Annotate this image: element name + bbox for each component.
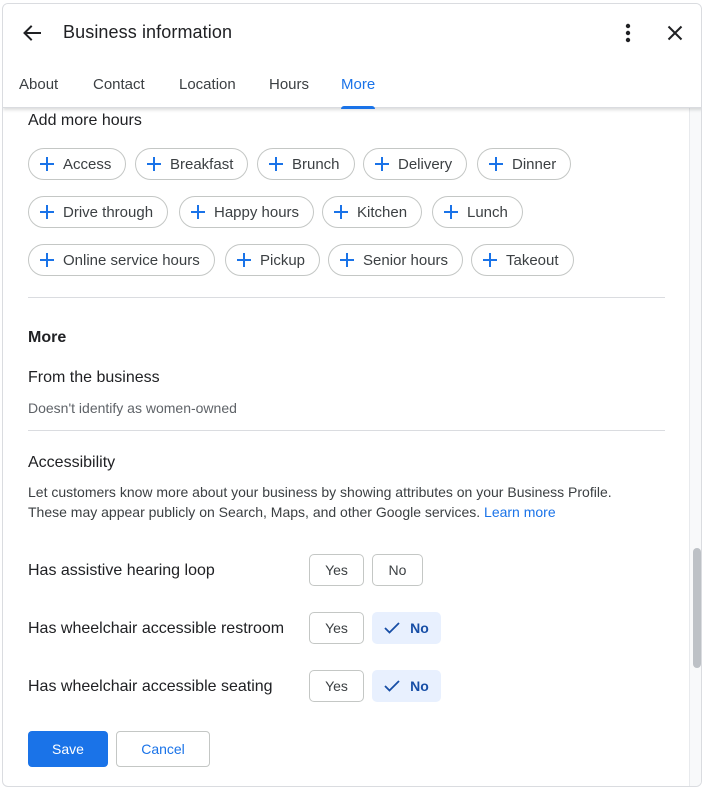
tab-about[interactable]: About [19,76,58,93]
scrollbar-thumb[interactable] [693,548,701,668]
plus-icon [333,204,349,220]
attr-restroom-label: Has wheelchair accessible restroom [28,620,285,637]
chip-takeout[interactable]: Takeout [471,244,574,276]
check-icon [384,680,400,692]
plus-icon [374,156,390,172]
chip-lunch[interactable]: Lunch [432,196,523,228]
business-information-dialog: Business information About Contact Locat… [2,3,702,787]
option-label: No [410,678,429,694]
plus-icon [268,156,284,172]
option-label: No [410,620,429,636]
save-button[interactable]: Save [28,731,108,767]
attr-seating-label: Has wheelchair accessible seating [28,678,273,695]
active-tab-indicator [341,106,375,109]
chip-delivery[interactable]: Delivery [363,148,468,180]
tab-location[interactable]: Location [179,76,236,93]
chip-access[interactable]: Access [28,148,127,180]
close-button[interactable] [660,18,690,48]
add-more-hours-label: Add more hours [28,112,142,129]
arrow-left-icon [23,25,41,41]
plus-icon [39,156,55,172]
plus-icon [339,252,355,268]
from-business-value: Doesn't identify as women-owned [28,400,237,416]
chip-label: Happy hours [214,203,300,221]
chip-kitchen[interactable]: Kitchen [322,196,423,228]
chip-label: Pickup [260,251,306,269]
close-icon [667,25,683,41]
tab-hours[interactable]: Hours [269,76,309,93]
chip-label: Delivery [398,155,453,173]
chip-label: Senior hours [363,251,449,269]
check-icon [384,622,400,634]
learn-more-link[interactable]: Learn more [484,504,556,520]
tab-contact[interactable]: Contact [93,76,145,93]
seating-no-button[interactable]: No [372,670,441,702]
chip-label: Drive through [63,203,154,221]
attr-hearing-loop-label: Has assistive hearing loop [28,562,215,579]
plus-icon [443,204,459,220]
plus-icon [190,204,206,220]
section-divider [28,430,665,431]
plus-icon [39,252,55,268]
chip-label: Dinner [512,155,557,173]
chip-happy-hours[interactable]: Happy hours [179,196,315,228]
seating-yes-button[interactable]: Yes [309,670,364,702]
plus-icon [39,204,55,220]
chip-pickup[interactable]: Pickup [225,244,321,276]
chip-label: Lunch [467,203,508,221]
chip-label: Breakfast [170,155,234,173]
cancel-button[interactable]: Cancel [116,731,210,767]
from-business-title: From the business [28,369,160,386]
plus-icon [146,156,162,172]
chip-drive-through[interactable]: Drive through [28,196,169,228]
accessibility-description: Let customers know more about your busin… [28,482,648,522]
more-vert-icon [625,23,631,43]
chip-label: Brunch [292,155,340,173]
chip-brunch[interactable]: Brunch [257,148,355,180]
more-options-button[interactable] [613,18,643,48]
restroom-no-button[interactable]: No [372,612,441,644]
chip-online-service-hours[interactable]: Online service hours [28,244,215,276]
dialog-content: Add more hours Access Breakfast Brunch D… [3,108,689,786]
hearing-loop-yes-button[interactable]: Yes [309,554,364,586]
chip-senior-hours[interactable]: Senior hours [328,244,464,276]
plus-icon [236,252,252,268]
more-heading: More [28,329,67,346]
dialog-header: Business information About Contact Locat… [3,4,701,109]
dialog-title: Business information [63,22,233,42]
tab-more[interactable]: More [341,76,375,93]
restroom-yes-button[interactable]: Yes [309,612,364,644]
content-scrollbar[interactable] [689,108,701,786]
section-divider [28,297,665,298]
hearing-loop-no-button[interactable]: No [372,554,423,586]
plus-icon [488,156,504,172]
chip-label: Takeout [506,251,559,269]
back-button[interactable] [17,18,47,48]
chip-dinner[interactable]: Dinner [477,148,572,180]
chip-label: Access [63,155,112,173]
chip-label: Kitchen [357,203,408,221]
tab-bar: About Contact Location Hours More [3,64,701,109]
accessibility-title: Accessibility [28,454,116,471]
plus-icon [482,252,498,268]
chip-breakfast[interactable]: Breakfast [135,148,249,180]
chip-label: Online service hours [63,251,200,269]
